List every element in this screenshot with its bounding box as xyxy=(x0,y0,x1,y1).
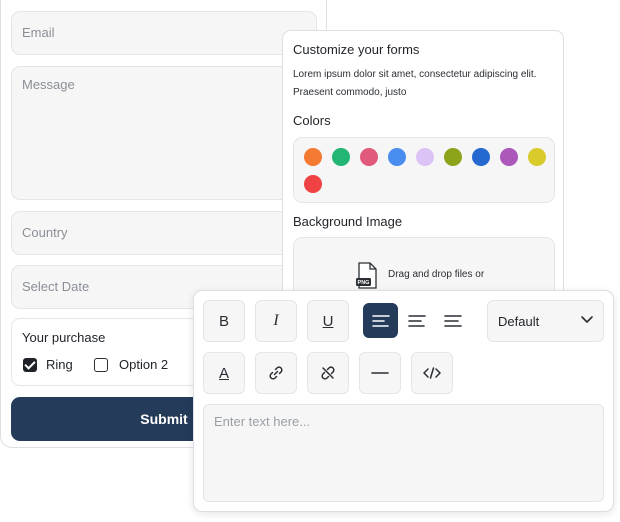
country-field[interactable]: Country xyxy=(11,211,317,255)
code-icon xyxy=(423,367,441,379)
purchase-title: Your purchase xyxy=(22,330,106,345)
code-button[interactable] xyxy=(411,352,453,394)
message-field[interactable]: Message xyxy=(11,66,317,200)
customize-title: Customize your forms xyxy=(293,42,420,57)
color-swatch-orange[interactable] xyxy=(304,148,322,166)
color-swatch-lavender[interactable] xyxy=(416,148,434,166)
dropzone-text: Drag and drop files or xyxy=(388,269,485,280)
link-icon xyxy=(268,365,284,381)
editor-placeholder: Enter text here... xyxy=(214,414,311,429)
svg-text:PNG: PNG xyxy=(358,280,370,286)
ring-checkbox[interactable] xyxy=(23,358,37,372)
bold-label: B xyxy=(218,312,229,330)
email-field[interactable]: Email xyxy=(11,11,317,55)
underline-label: U xyxy=(322,312,334,330)
remove-link-button[interactable] xyxy=(307,352,349,394)
customize-description: Lorem ipsum dolor sit amet, consectetur … xyxy=(293,69,537,98)
italic-label: I xyxy=(273,312,279,329)
rich-text-editor: B I U Default A Enter text here... xyxy=(193,290,614,512)
color-swatch-yellow[interactable] xyxy=(528,148,546,166)
colors-title: Colors xyxy=(293,113,331,128)
editor-text-area[interactable]: Enter text here... xyxy=(203,404,604,502)
text-style-value: Default xyxy=(498,314,540,329)
country-placeholder: Country xyxy=(22,225,68,240)
align-right-button[interactable] xyxy=(435,303,470,338)
insert-link-button[interactable] xyxy=(255,352,297,394)
bold-button[interactable]: B xyxy=(203,300,245,342)
color-swatch-red[interactable] xyxy=(304,175,322,193)
customize-panel: Customize your forms Lorem ipsum dolor s… xyxy=(282,30,564,317)
align-left-icon xyxy=(371,314,390,328)
color-swatch-blue[interactable] xyxy=(388,148,406,166)
font-color-button[interactable]: A xyxy=(203,352,245,394)
color-swatch-royal-blue[interactable] xyxy=(472,148,490,166)
horizontal-rule-icon xyxy=(371,371,389,375)
message-placeholder: Message xyxy=(22,77,75,92)
ring-label[interactable]: Ring xyxy=(46,357,73,372)
color-swatch-olive[interactable] xyxy=(444,148,462,166)
align-right-icon xyxy=(443,314,462,328)
color-swatch-pink[interactable] xyxy=(360,148,378,166)
horizontal-rule-button[interactable] xyxy=(359,352,401,394)
background-image-title: Background Image xyxy=(293,214,403,229)
text-style-select[interactable]: Default xyxy=(487,300,604,342)
unlink-icon xyxy=(320,365,336,381)
email-placeholder: Email xyxy=(22,25,55,40)
date-placeholder: Select Date xyxy=(22,279,90,294)
font-color-label: A xyxy=(218,364,229,382)
align-left-button[interactable] xyxy=(363,303,398,338)
option-2-label[interactable]: Option 2 xyxy=(119,357,168,372)
option-2-checkbox[interactable] xyxy=(94,358,108,372)
color-swatch-green[interactable] xyxy=(332,148,350,166)
align-center-icon xyxy=(407,314,426,328)
italic-button[interactable]: I xyxy=(255,300,297,342)
align-center-button[interactable] xyxy=(399,303,434,338)
submit-label: Submit xyxy=(140,411,188,427)
underline-button[interactable]: U xyxy=(307,300,349,342)
chevron-down-icon xyxy=(581,316,593,323)
color-palette xyxy=(293,137,555,203)
color-swatch-purple[interactable] xyxy=(500,148,518,166)
